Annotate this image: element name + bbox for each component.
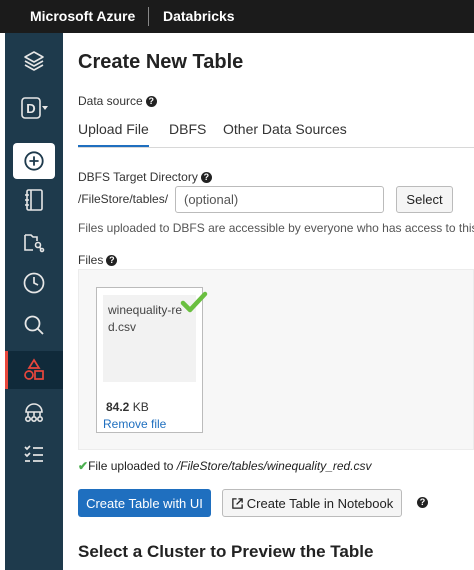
select-button[interactable]: Select xyxy=(396,186,453,213)
main-content: Create New Table Data source? Upload Fil… xyxy=(63,33,474,570)
sidebar-item-workspace[interactable]: D xyxy=(5,89,63,127)
brand-name[interactable]: Microsoft Azure xyxy=(30,8,135,24)
layers-icon xyxy=(24,51,44,71)
file-size: 84.2 KB xyxy=(106,400,149,414)
remove-file-link[interactable]: Remove file xyxy=(103,417,166,431)
external-link-icon xyxy=(231,497,243,509)
search-icon xyxy=(24,315,44,335)
file-preview-card: winequality-red.csv 84.2 KB Remove file xyxy=(96,287,208,433)
files-text: Files xyxy=(78,253,104,267)
sidebar-item-search[interactable] xyxy=(5,306,63,344)
tab-dbfs[interactable]: DBFS xyxy=(169,121,206,137)
workspace-letter: D xyxy=(26,101,35,116)
data-source-help-icon[interactable]: ? xyxy=(145,96,157,108)
cluster-section-title: Select a Cluster to Preview the Table xyxy=(78,542,374,561)
dbfs-target-text: DBFS Target Directory xyxy=(78,170,198,184)
clock-icon xyxy=(23,272,45,294)
create-plus-icon xyxy=(24,151,44,171)
dbfs-target-help-icon[interactable]: ? xyxy=(200,172,212,184)
sidebar-item-create[interactable] xyxy=(13,143,55,179)
sidebar-item-notebook[interactable] xyxy=(5,181,63,219)
file-name: winequality-red.csv xyxy=(108,303,183,334)
upload-status-prefix: File uploaded to xyxy=(88,459,177,473)
check-icon xyxy=(180,291,208,313)
data-source-label: Data source? xyxy=(78,94,157,108)
create-table-help-icon[interactable]: ? xyxy=(417,497,428,508)
sidebar-item-jobs[interactable] xyxy=(5,435,63,473)
files-label: Files? xyxy=(78,253,118,267)
cluster-icon xyxy=(24,403,44,423)
sidebar-item-layers[interactable] xyxy=(5,42,63,80)
sidebar-item-recents[interactable] xyxy=(5,264,63,302)
file-size-unit: KB xyxy=(132,400,149,414)
sidebar: D xyxy=(5,33,63,570)
create-table-notebook-button[interactable]: Create Table in Notebook xyxy=(222,489,402,517)
workspace-d-icon: D xyxy=(21,97,48,119)
top-bar: Microsoft Azure Databricks xyxy=(0,0,474,33)
file-dropzone[interactable]: winequality-red.csv 84.2 KB Remove file xyxy=(78,269,474,450)
create-table-ui-button[interactable]: Create Table with UI xyxy=(78,489,211,517)
sidebar-item-data[interactable] xyxy=(5,223,63,261)
upload-status-path: /FileStore/tables/winequality_red.csv xyxy=(176,459,372,473)
file-size-value: 84.2 xyxy=(106,400,130,414)
notebook-icon xyxy=(25,189,43,211)
dbfs-path-prefix: /FileStore/tables/ xyxy=(78,192,169,206)
sidebar-item-shapes[interactable] xyxy=(5,351,63,389)
dbfs-target-label: DBFS Target Directory? xyxy=(78,170,212,184)
data-source-tabs: Upload File DBFS Other Data Sources xyxy=(78,117,474,148)
jobs-list-icon xyxy=(24,445,43,462)
create-table-notebook-label: Create Table in Notebook xyxy=(246,495,394,511)
page-title: Create New Table xyxy=(78,51,244,73)
files-help-icon[interactable]: ? xyxy=(106,255,118,267)
shapes-icon xyxy=(24,358,44,380)
tab-other-data-sources[interactable]: Other Data Sources xyxy=(223,121,347,137)
dbfs-access-note: Files uploaded to DBFS are accessible by… xyxy=(78,221,474,235)
data-source-text: Data source xyxy=(78,94,143,108)
upload-status: ✔File uploaded to /FileStore/tables/wine… xyxy=(78,459,372,473)
dbfs-directory-input[interactable] xyxy=(175,186,384,213)
sidebar-item-clusters[interactable] xyxy=(5,394,63,432)
success-check-icon: ✔ xyxy=(78,459,89,473)
topbar-divider xyxy=(148,7,149,26)
folder-icon xyxy=(24,234,45,253)
product-name[interactable]: Databricks xyxy=(163,8,235,24)
tab-upload-file[interactable]: Upload File xyxy=(78,121,149,147)
